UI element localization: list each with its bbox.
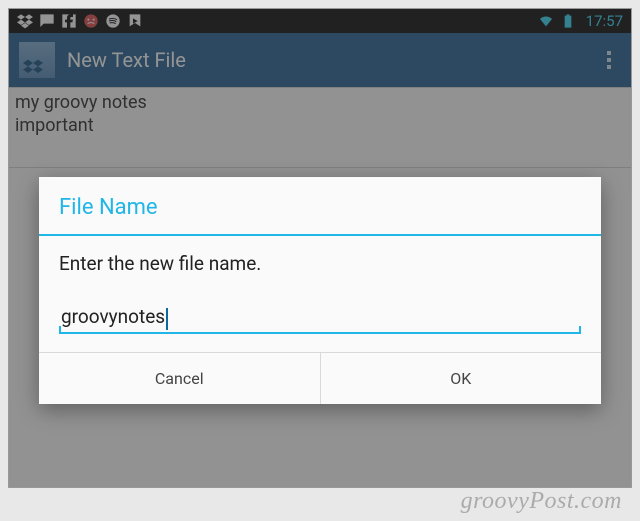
- ok-button[interactable]: OK: [320, 353, 602, 404]
- text-cursor: [166, 308, 168, 330]
- file-name-dialog: File Name Enter the new file name. groov…: [39, 177, 601, 404]
- cancel-button[interactable]: Cancel: [39, 353, 320, 404]
- file-name-input-value: groovynotes: [61, 305, 165, 328]
- file-name-input[interactable]: groovynotes: [59, 303, 581, 334]
- watermark: groovyPost.com: [461, 488, 622, 515]
- dialog-title: File Name: [39, 177, 601, 236]
- device-screen: 17:57 New Text File my groovy notes impo…: [8, 8, 632, 488]
- dialog-message: Enter the new file name.: [59, 252, 581, 275]
